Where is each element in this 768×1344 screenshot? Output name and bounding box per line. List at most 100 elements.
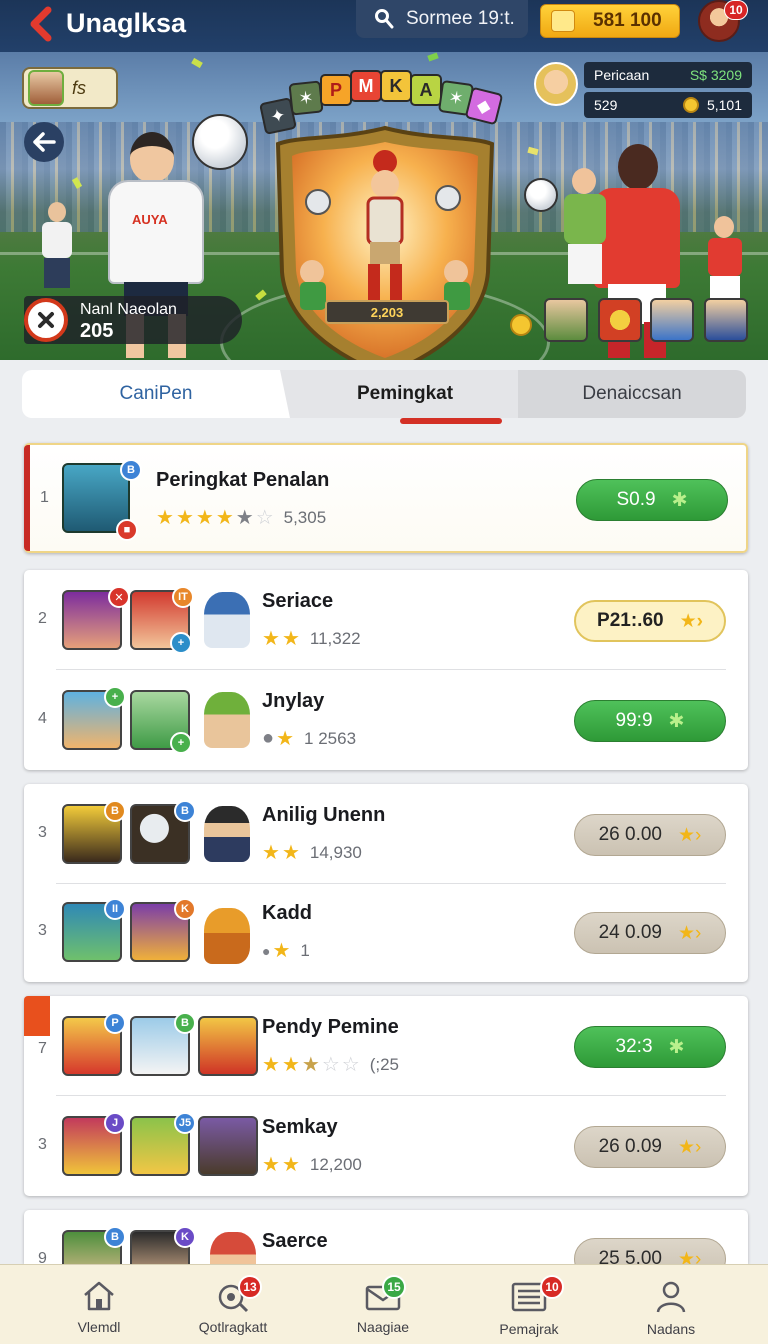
hero-banner: fs AUYA ✦ ✶ P M K A ✶ ◆ 2,203 Pericaan S… [0,52,768,360]
close-icon[interactable] [24,298,68,342]
player-avatar [198,1116,258,1176]
player-running-illustration [38,202,78,292]
leaderboard-row[interactable]: 3 J J5 Semkay ★ ★ 12,200 26 0.09 ★› [24,1096,748,1196]
reward-button[interactable]: 24 0.09 ★› [574,912,726,954]
reward-value: P21:.60 [597,610,664,631]
hero-back-button[interactable] [24,122,64,162]
player-score: 11,322 [309,628,361,648]
rank-number: 9 [38,1250,47,1264]
leaderboard-row[interactable]: 1 B ■ Peringkat Penalan ★ ★ ★ ★ ★ ☆ 5,305 S0.… [26,449,750,549]
star-icon: ★› [678,1136,702,1158]
avatar-badge: II [104,898,126,920]
leaf-star-icon: ✱ [671,489,688,511]
reward-button[interactable]: 32:3 ✱ [574,1026,726,1068]
nav-label: Pemajrak [499,1321,559,1337]
avatar-badge: B [104,800,126,822]
notification-badge: 10 [724,0,748,20]
app-title: Unaglksa [66,8,187,38]
hero-stats-avatar [534,62,578,106]
back-arrow-icon[interactable] [26,6,58,42]
hero-stats-value-1: S$ 3209 [689,67,742,83]
mini-avatar[interactable] [598,298,642,342]
avatar-badge: P [104,1012,126,1034]
avatar-badge: K [174,898,196,920]
hero-stats-panel: Pericaan S$ 3209 529 5,101 [534,62,752,122]
shirt-text: AUYA [132,212,168,227]
hero-profile-chip[interactable]: fs [22,67,118,109]
leaderboard-row[interactable]: 3 II K Kadd ● ★ 1 24 0.09 ★› [24,882,748,982]
character-sprite [204,592,250,648]
mini-avatar[interactable] [704,298,748,342]
hero-stats-row-1: Pericaan S$ 3209 [584,62,752,88]
nav-messages[interactable]: Naagiae 15 [308,1265,458,1344]
leaderboard-row[interactable]: 7 P B Pendy Pemine ★ ★ ★ ☆ ☆ (;25 32:3 ✱ [24,996,748,1096]
reward-value: S0.9 [616,489,656,510]
reward-value: 32:3 [615,1036,653,1057]
rank-number: 1 [40,489,49,506]
tile-letter-k: K [380,70,412,102]
gold-coin-icon [510,314,532,336]
rank-number: 2 [38,610,47,627]
nav-badge: 13 [238,1275,262,1299]
character-sprite [204,908,250,964]
hero-player-name: Nanl Naeolan [80,301,177,318]
leaderboard-card: 1 B ■ Peringkat Penalan ★ ★ ★ ★ ★ ☆ 5,305 S0.… [24,443,748,553]
rank-number: 4 [38,710,47,727]
star-icon: ★› [679,610,703,632]
reward-button[interactable]: S0.9 ✱ [576,479,728,521]
tile-sparkle: ✶ [288,80,324,116]
coin-balance[interactable]: 581 100 [540,4,680,38]
reward-button[interactable]: 25 5.00 ★› [574,1238,726,1264]
leaderboard-row[interactable]: 9 B K Saerce 25 5.00 ★› [24,1210,748,1264]
leaderboard-row[interactable]: 4 + + Jnylay ● ★ 1 2563 99:9 ✱ [24,670,748,770]
nav-home[interactable]: Vlemdl [24,1265,174,1344]
leaf-star-icon: ✱ [668,710,685,732]
nav-badge: 10 [540,1275,564,1299]
hero-player-card[interactable]: Nanl Naeolan 205 [24,296,242,344]
star-rating: ★ ★ 11,322 [262,628,361,650]
leaderboard-card: 2 ✕ IT + Seriace ★ ★ 11,322 P21:.60 ★› 4 … [24,570,748,770]
character-sprite [204,806,250,862]
nav-profile[interactable]: Nadans [596,1265,746,1344]
tab-other[interactable]: Denaiccsan [518,370,746,418]
star-rating: ★ ★ ★ ★ ★ ☆ 5,305 [156,507,327,529]
avatar-badge: ✕ [108,586,130,608]
search-label: Sormee 19:t. [406,8,515,29]
player-name: Anilig Unenn [262,804,386,826]
reward-value: 26 0.00 [598,824,663,845]
nav-leaderboard[interactable]: Pemajrak 10 [454,1265,604,1344]
player-name: Saerce [262,1230,328,1252]
avatar-badge: J5 [174,1112,196,1134]
nav-label: Qotlragkatt [198,1319,268,1335]
hero-stats-row-2: 529 5,101 [584,92,752,118]
player-score: 1 [300,940,310,960]
tab-ranking[interactable]: Pemingkat [280,370,530,418]
reward-button[interactable]: 26 0.09 ★› [574,1126,726,1168]
leaderboard-row[interactable]: 3 B B Anilig Unenn ★ ★ 14,930 26 0.00 ★› [24,784,748,884]
coin-amount: 581 100 [593,10,662,31]
search-button[interactable]: Sormee 19:t. [356,0,528,38]
reward-button[interactable]: 26 0.00 ★› [574,814,726,856]
nav-label: Naagiae [356,1319,410,1335]
leaderboard-row[interactable]: 2 ✕ IT + Seriace ★ ★ 11,322 P21:.60 ★› [24,570,748,670]
arrow-left-icon [33,132,56,152]
mini-avatar[interactable] [544,298,588,342]
nav-target[interactable]: Qotlragkatt 13 [158,1265,308,1344]
hero-stats-left: 529 [594,97,618,113]
player-name: Jnylay [262,690,325,712]
player-name: Seriace [262,590,334,612]
bottom-navigation: Vlemdl Qotlragkatt 13 Naagiae 15 Pemajra… [0,1264,768,1344]
star-rating: ● ★ 1 [262,940,310,962]
rank-number: 3 [38,824,47,841]
top-bar: Unaglksa Sormee 19:t. 581 100 10 [0,0,768,52]
tile-letter-a: A [410,74,442,106]
soccer-ball-icon [524,178,558,212]
avatar-badge: + [104,686,126,708]
reward-button[interactable]: 99:9 ✱ [574,700,726,742]
reward-button[interactable]: P21:.60 ★› [574,600,726,642]
mini-avatar[interactable] [650,298,694,342]
reward-value: 24 0.09 [598,922,663,943]
trophy-shield-emblem [275,125,495,360]
tab-campaign[interactable]: CaniPen [22,370,290,418]
avatar-badge: B [104,1226,126,1248]
